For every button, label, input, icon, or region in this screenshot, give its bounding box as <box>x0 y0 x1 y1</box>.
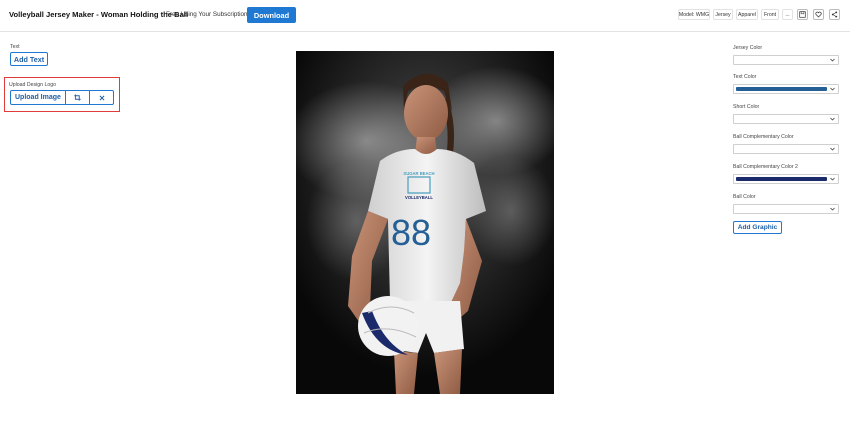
page-title: Volleyball Jersey Maker - Woman Holding … <box>9 10 189 19</box>
text-section-label: Text <box>10 44 20 50</box>
text-color-select[interactable] <box>733 84 839 94</box>
favorite-button[interactable] <box>813 9 824 20</box>
top-bar: Volleyball Jersey Maker - Woman Holding … <box>0 0 850 32</box>
short-color-swatch <box>736 117 827 121</box>
share-icon <box>831 11 838 18</box>
jersey-number: 88 <box>391 212 431 253</box>
chevron-down-icon <box>829 176 836 182</box>
save-icon <box>799 11 806 18</box>
jersey-logo-bottom: VOLLEYBALL <box>405 195 433 200</box>
heart-icon <box>815 11 822 18</box>
remove-image-button[interactable] <box>89 91 113 104</box>
save-button[interactable] <box>797 9 808 20</box>
jersey-color-swatch <box>736 58 827 62</box>
upload-image-button[interactable]: Upload Image <box>11 91 65 104</box>
ball-complementary-color-2-label: Ball Complementary Color 2 <box>733 164 798 170</box>
ball-complementary-color-select[interactable] <box>733 144 839 154</box>
jersey-color-label: Jersey Color <box>733 45 763 51</box>
mockup-preview: SUGAR BEACH VOLLEYBALL 88 <box>296 51 554 394</box>
more-options[interactable]: ... <box>782 9 793 20</box>
crop-icon <box>74 94 81 101</box>
ball-complementary-color-2-select[interactable] <box>733 174 839 184</box>
chevron-down-icon <box>829 146 836 152</box>
filter-model[interactable]: Model: WMG <box>678 9 710 20</box>
subscription-note: Free Using Your Subscription! <box>166 11 250 18</box>
upload-image-label: Upload Image <box>15 94 61 101</box>
text-color-swatch <box>736 87 827 91</box>
ball-complementary-color-label: Ball Complementary Color <box>733 134 794 140</box>
download-button[interactable]: Download <box>247 7 296 23</box>
ball-color-select[interactable] <box>733 204 839 214</box>
chevron-down-icon <box>829 206 836 212</box>
add-graphic-button[interactable]: Add Graphic <box>733 221 782 234</box>
upload-logo-group: Upload Image <box>10 90 114 105</box>
chevron-down-icon <box>829 86 836 92</box>
ball-color-label: Ball Color <box>733 194 756 200</box>
short-color-select[interactable] <box>733 114 839 124</box>
short-color-label: Short Color <box>733 104 760 110</box>
text-color-label: Text Color <box>733 74 757 80</box>
ball-color-swatch <box>736 207 827 211</box>
share-button[interactable] <box>829 9 840 20</box>
ball-complementary-color-swatch <box>736 147 827 151</box>
filter-apparel[interactable]: Apparel <box>736 9 758 20</box>
model-photo: SUGAR BEACH VOLLEYBALL 88 <box>296 51 554 394</box>
logo-section-label: Upload Design Logo <box>9 82 57 88</box>
jersey-logo-top: SUGAR BEACH <box>403 171 434 176</box>
close-icon <box>99 95 105 100</box>
jersey-color-select[interactable] <box>733 55 839 65</box>
chevron-down-icon <box>829 57 836 63</box>
filter-front[interactable]: Front <box>761 9 779 20</box>
add-text-button[interactable]: Add Text <box>10 52 48 66</box>
ball-complementary-color-2-swatch <box>736 177 827 181</box>
crop-button[interactable] <box>64 91 90 104</box>
chevron-down-icon <box>829 116 836 122</box>
filter-jersey[interactable]: Jersey <box>713 9 733 20</box>
